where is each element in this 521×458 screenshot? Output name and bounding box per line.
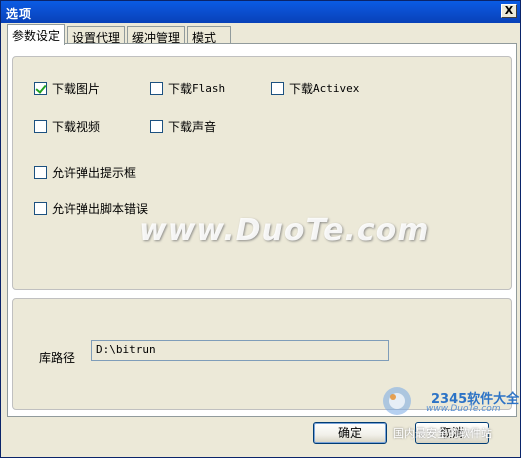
download-flash-checkbox[interactable]: 下载 Flash: [150, 80, 225, 96]
download-activex-checkbox[interactable]: 下载 Activex: [271, 80, 359, 96]
logo-url: www.DuoTe.com: [426, 404, 501, 414]
close-button[interactable]: X: [501, 4, 517, 18]
download-flash-label-prefix: 下载: [168, 81, 193, 96]
download-video-label: 下载视频: [52, 119, 101, 134]
library-path-label: 库路径: [39, 351, 76, 365]
download-options-group: 下载图片 下载 Flash 下载 Activex 下载视频 下载声音 允许弹出提示框: [12, 56, 512, 290]
download-sound-label: 下载声音: [168, 119, 217, 134]
window-title: 选项: [6, 7, 33, 21]
tab-proxy[interactable]: 设置代理: [67, 26, 125, 45]
options-dialog: 选项 X 参数设定 设置代理 缓冲管理 模式 下载图片 下载 Flash 下载 Ac…: [0, 0, 521, 458]
download-flash-label-name: Flash: [192, 81, 226, 95]
checkbox-icon: [271, 81, 284, 95]
watermark-text: www.DuoTe.com: [139, 213, 430, 248]
allow-popup-tips-label: 允许弹出提示框: [52, 165, 137, 180]
checkbox-icon: [34, 119, 47, 133]
logo-tagline: 国内最安全的软件站: [393, 427, 492, 440]
checkbox-icon: [34, 201, 47, 215]
download-video-checkbox[interactable]: 下载视频: [34, 118, 100, 134]
allow-script-errors-label: 允许弹出脚本错误: [52, 201, 149, 216]
download-activex-label-prefix: 下载: [289, 81, 314, 96]
title-bar[interactable]: 选项 X: [1, 1, 520, 23]
checkbox-icon: [150, 81, 163, 95]
tab-mode[interactable]: 模式: [187, 26, 231, 45]
allow-script-errors-checkbox[interactable]: 允许弹出脚本错误: [34, 200, 148, 216]
tab-cache[interactable]: 缓冲管理: [127, 26, 185, 45]
tab-parameters[interactable]: 参数设定: [7, 24, 65, 45]
download-images-label: 下载图片: [52, 81, 101, 96]
allow-popup-tips-checkbox[interactable]: 允许弹出提示框: [34, 164, 136, 180]
download-activex-label-name: Activex: [313, 81, 360, 95]
checkbox-checked-icon: [34, 81, 47, 95]
download-images-checkbox[interactable]: 下载图片: [34, 80, 100, 96]
close-icon: X: [504, 4, 514, 17]
checkbox-icon: [150, 119, 163, 133]
library-path-input[interactable]: D:\bitrun: [91, 340, 389, 361]
download-sound-checkbox[interactable]: 下载声音: [150, 118, 216, 134]
checkbox-icon: [34, 165, 47, 179]
ok-button[interactable]: 确定: [313, 422, 387, 444]
